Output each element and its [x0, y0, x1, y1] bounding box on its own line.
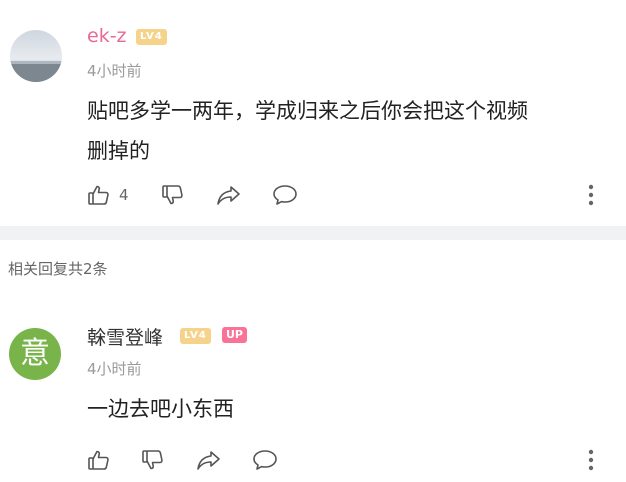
comment-item: ek-z LV4 4小时前 贴吧多学一两年，学成归来之后你会把这个视频 删掉的 …	[0, 0, 626, 226]
reply-button[interactable]	[252, 448, 278, 472]
dislike-button[interactable]	[141, 448, 165, 472]
username[interactable]: ek-z	[87, 25, 127, 47]
comment-text: 贴吧多学一两年，学成归来之后你会把这个视频 删掉的	[87, 91, 607, 171]
comment-text-line: 删掉的	[87, 139, 150, 163]
like-button[interactable]: 4	[87, 183, 129, 207]
dislike-button[interactable]	[161, 183, 185, 207]
thumbs-up-icon	[88, 185, 109, 205]
reply-button[interactable]	[272, 183, 298, 207]
share-button[interactable]	[196, 448, 222, 472]
username[interactable]: 榦雪登峰	[87, 323, 163, 350]
share-icon	[197, 451, 220, 470]
share-button[interactable]	[216, 183, 242, 207]
thumbs-down-icon	[162, 185, 183, 205]
avatar[interactable]: 意	[9, 328, 61, 380]
comment-time: 4小时前	[87, 360, 142, 378]
comment-time: 4小时前	[87, 62, 142, 80]
level-badge: LV4	[180, 328, 211, 344]
more-icon	[588, 449, 594, 471]
comment-icon	[273, 185, 297, 205]
share-icon	[217, 186, 240, 205]
section-divider	[0, 226, 626, 240]
more-button[interactable]	[588, 449, 594, 475]
related-replies-label: 相关回复共2条	[8, 260, 108, 278]
comment-text-line: 贴吧多学一两年，学成归来之后你会把这个视频	[87, 99, 528, 123]
more-icon	[588, 184, 594, 206]
thumbs-up-icon	[88, 450, 109, 470]
level-badge: LV4	[136, 29, 167, 45]
like-count: 4	[119, 186, 129, 204]
avatar-char: 意	[20, 336, 50, 371]
thumbs-down-icon	[142, 450, 163, 470]
up-badge: UP	[222, 327, 247, 343]
avatar[interactable]	[10, 30, 62, 82]
comment-icon	[253, 450, 277, 470]
comment-text: 一边去吧小东西	[87, 397, 234, 421]
like-button[interactable]	[87, 448, 111, 472]
more-button[interactable]	[588, 184, 594, 210]
